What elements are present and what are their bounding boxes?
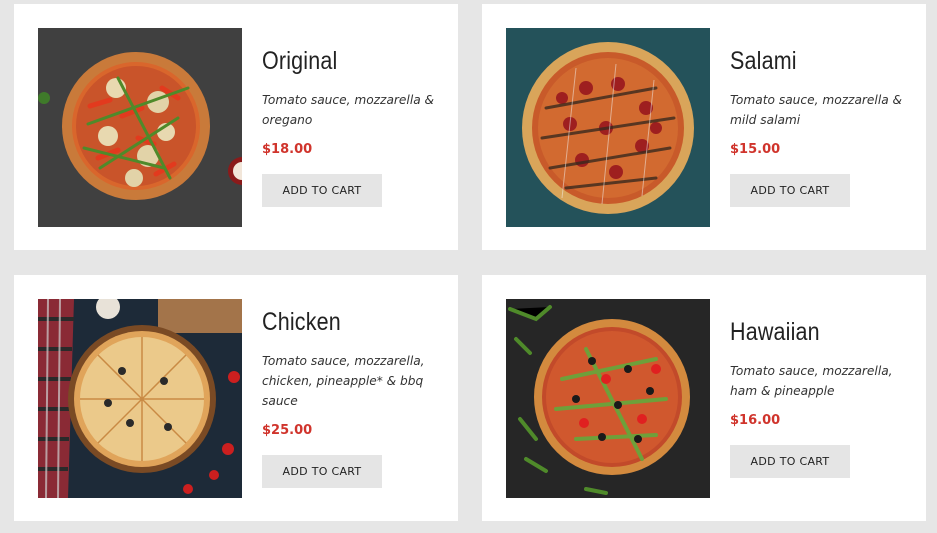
pizza-hawaiian-illustration [506, 299, 710, 498]
product-card-salami: Salami Tomato sauce, mozzarella & mild s… [482, 4, 926, 250]
product-card-chicken: Chicken Tomato sauce, mozzarella, chicke… [14, 275, 458, 521]
product-price: $15.00 [730, 142, 781, 157]
product-price: $18.00 [262, 142, 313, 157]
product-description: Tomato sauce, mozzarella & oregano [262, 93, 435, 127]
product-info: Chicken Tomato sauce, mozzarella, chicke… [262, 275, 442, 521]
product-card-hawaiian: Hawaiian Tomato sauce, mozzarella, ham &… [482, 275, 926, 521]
product-card-original: Original Tomato sauce, mozzarella & oreg… [14, 4, 458, 250]
pizza-hawaiian-image[interactable] [506, 299, 710, 498]
add-to-cart-button[interactable]: ADD TO CART [262, 174, 382, 207]
product-info: Original Tomato sauce, mozzarella & oreg… [262, 4, 442, 250]
pizza-salami-image[interactable] [506, 28, 710, 227]
product-title: Original [262, 47, 338, 75]
product-info: Hawaiian Tomato sauce, mozzarella, ham &… [730, 275, 910, 521]
pizza-chicken-illustration [38, 299, 242, 498]
pizza-chicken-image[interactable] [38, 299, 242, 498]
add-to-cart-button[interactable]: ADD TO CART [262, 455, 382, 488]
product-description: Tomato sauce, mozzarella, chicken, pinea… [262, 354, 425, 408]
product-description: Tomato sauce, mozzarella, ham & pineappl… [730, 364, 893, 398]
add-to-cart-button[interactable]: ADD TO CART [730, 445, 850, 478]
product-description: Tomato sauce, mozzarella & mild salami [730, 93, 903, 127]
product-title: Chicken [262, 308, 341, 336]
product-title: Salami [730, 47, 797, 75]
pizza-original-image[interactable] [38, 28, 242, 227]
pizza-original-illustration [38, 28, 242, 227]
product-title: Hawaiian [730, 318, 820, 346]
product-info: Salami Tomato sauce, mozzarella & mild s… [730, 4, 910, 250]
product-price: $25.00 [262, 423, 313, 438]
product-price: $16.00 [730, 413, 781, 428]
add-to-cart-button[interactable]: ADD TO CART [730, 174, 850, 207]
pizza-salami-illustration [506, 28, 710, 227]
